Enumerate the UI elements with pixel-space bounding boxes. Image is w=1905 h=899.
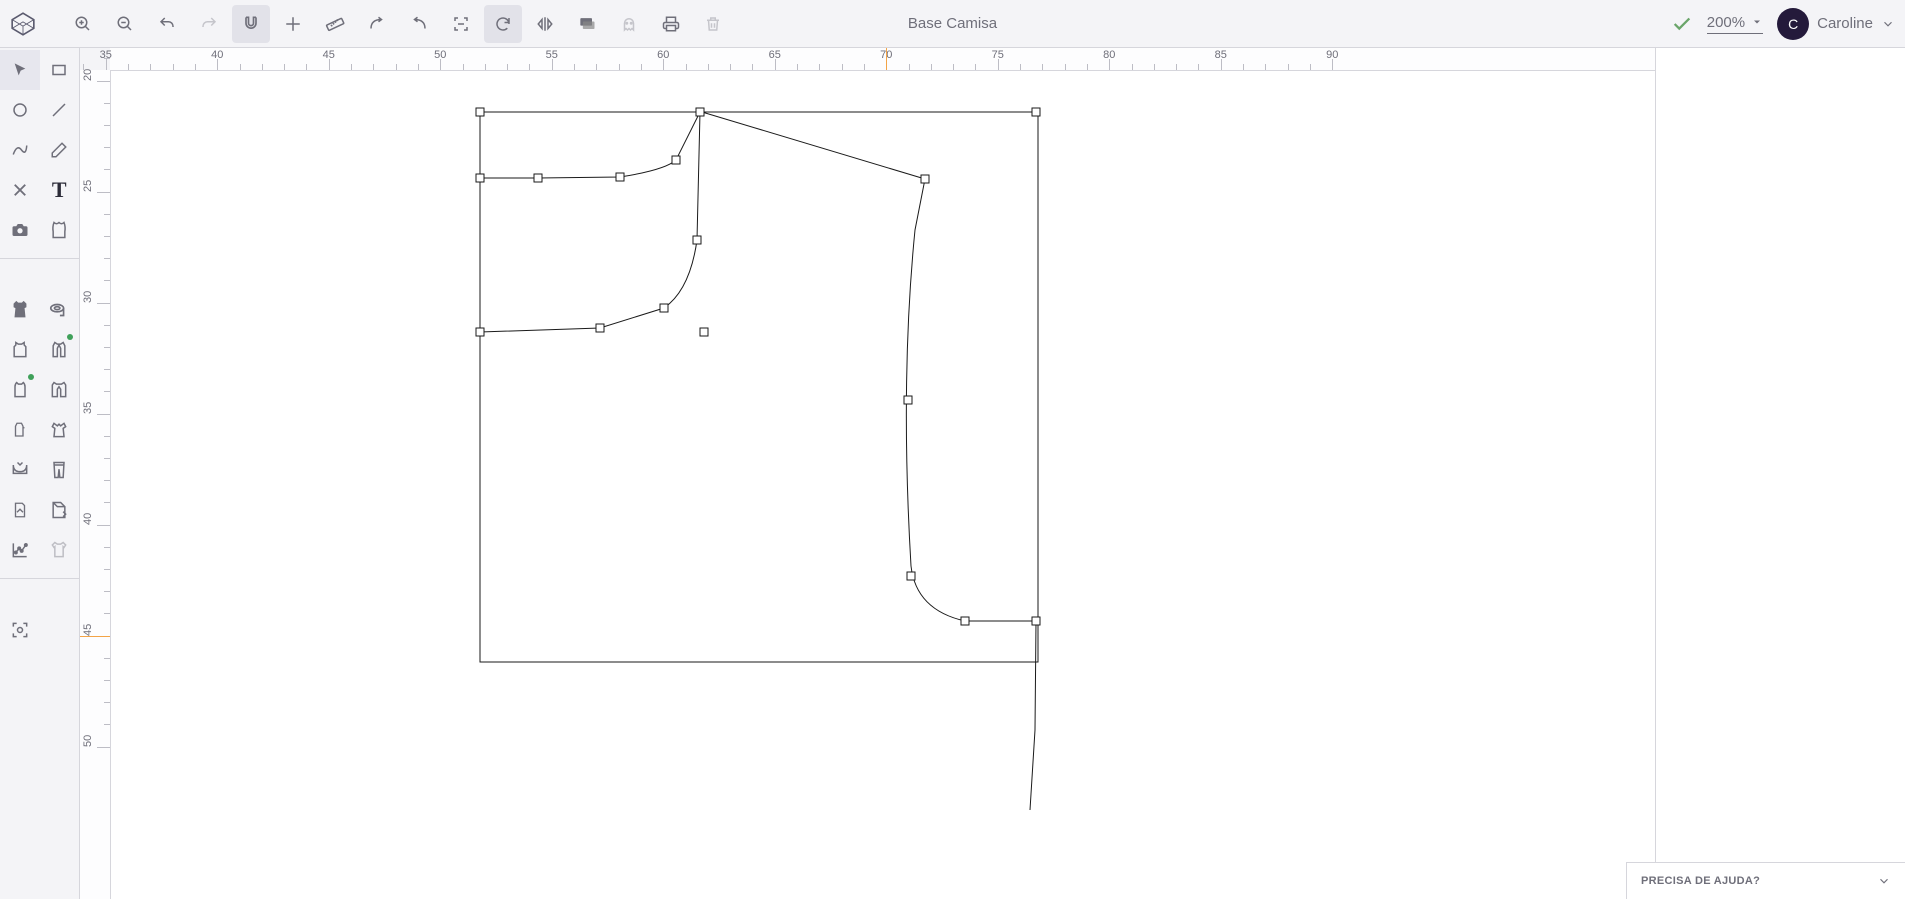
anchor-point[interactable] [904,396,912,404]
bodice-tool[interactable] [0,290,40,330]
mirror-button[interactable] [526,5,564,43]
zoom-value: 200% [1707,14,1745,31]
anchor-point[interactable] [961,617,969,625]
anchor-point[interactable] [693,236,701,244]
anchor-point[interactable] [672,156,680,164]
undo-button[interactable] [148,5,186,43]
layers-button[interactable] [568,5,606,43]
user-name: Caroline [1817,15,1873,32]
zoom-select[interactable]: 200% [1707,14,1763,34]
anchor-point[interactable] [700,328,708,336]
pattern-bounds[interactable] [480,112,1038,662]
anchor-point[interactable] [907,572,915,580]
export-tool[interactable] [40,490,80,530]
rectangle-tool[interactable] [40,50,80,90]
ruler-marker[interactable] [886,48,887,70]
pencil-tool[interactable] [40,130,80,170]
redo-button[interactable] [190,5,228,43]
anchor-point[interactable] [534,174,542,182]
line-tool[interactable] [40,90,80,130]
delete-button[interactable] [694,5,732,43]
canvas-area[interactable]: 354045505560657075808590 20253035404550 [80,48,1655,899]
zoom-out-button[interactable] [106,5,144,43]
vest-tool[interactable] [40,330,80,370]
jacket-tool[interactable] [40,370,80,410]
curve-left-button[interactable] [358,5,396,43]
ruler-marker[interactable] [80,636,110,637]
side-toolbar: T [0,48,80,899]
camera-tool[interactable] [0,210,40,250]
zoom-in-button[interactable] [64,5,102,43]
measure-button[interactable] [316,5,354,43]
help-label: PRECISA DE AJUDA? [1641,875,1760,887]
document-title[interactable]: Base Camisa [908,15,997,32]
pattern-path[interactable] [702,112,925,179]
tank-tool[interactable] [0,330,40,370]
top-tool[interactable] [0,370,40,410]
drawing-canvas[interactable] [110,70,1655,899]
anchor-point[interactable] [476,328,484,336]
circle-tool[interactable] [0,90,40,130]
text-tool[interactable]: T [40,170,80,210]
ghost-button[interactable] [610,5,648,43]
close-tool[interactable] [0,170,40,210]
rotate-button[interactable] [484,5,522,43]
focus-tool[interactable] [0,610,40,650]
avatar: C [1777,8,1809,40]
pants-tool[interactable] [40,450,80,490]
bounds-button[interactable] [442,5,480,43]
print-button[interactable] [652,5,690,43]
chevron-down-icon [1751,16,1763,28]
anchor-point[interactable] [1032,108,1040,116]
chevron-down-icon [1881,17,1895,31]
anchor-point[interactable] [921,175,929,183]
anchor-point[interactable] [476,174,484,182]
pattern-path[interactable] [906,179,1036,621]
pattern-path[interactable] [480,112,700,332]
anchor-point[interactable] [596,324,604,332]
top-toolbar: Base Camisa 200% C Caroline [0,0,1905,48]
bra-tool[interactable] [0,450,40,490]
app-logo[interactable] [10,11,36,37]
chevron-down-icon [1877,874,1891,888]
curve-tool[interactable] [0,130,40,170]
graph-tool[interactable] [0,530,40,570]
shirt-tool[interactable] [40,530,80,570]
pattern-piece-tool[interactable] [40,210,80,250]
document-tool[interactable] [0,490,40,530]
select-tool[interactable] [0,50,40,90]
pattern-path[interactable] [1030,622,1036,810]
anchor-point[interactable] [696,108,704,116]
user-menu[interactable]: C Caroline [1777,8,1895,40]
snap-button[interactable] [232,5,270,43]
pattern-path[interactable] [480,112,700,178]
properties-panel [1655,48,1905,899]
sleeve-tool[interactable] [0,410,40,450]
crosshair-button[interactable] [274,5,312,43]
collar-tool[interactable] [40,410,80,450]
help-bar[interactable]: PRECISA DE AJUDA? [1626,862,1905,899]
tape-tool[interactable] [40,290,80,330]
anchor-point[interactable] [476,108,484,116]
curve-right-button[interactable] [400,5,438,43]
horizontal-ruler[interactable]: 354045505560657075808590 [110,48,1655,71]
vertical-ruler[interactable]: 20253035404550 [80,70,111,899]
anchor-point[interactable] [616,173,624,181]
anchor-point[interactable] [660,304,668,312]
anchor-point[interactable] [1032,617,1040,625]
confirm-icon[interactable] [1671,13,1693,35]
